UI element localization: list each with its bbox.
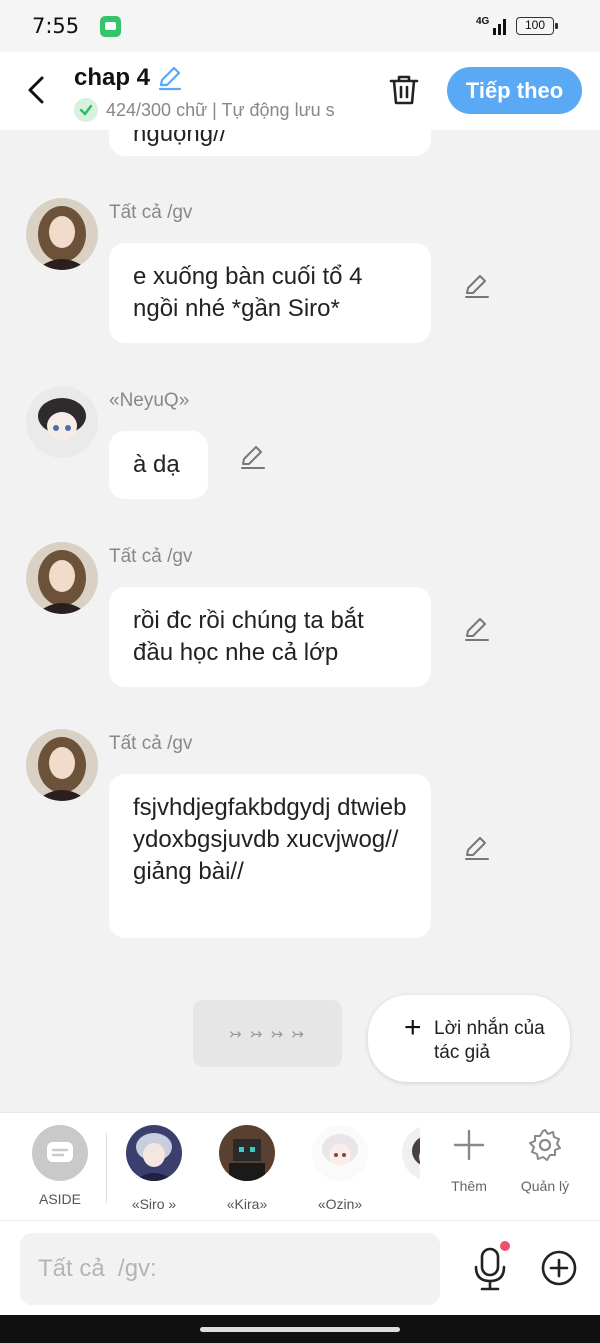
message-bubble[interactable]: rồi đc rồi chúng ta bắt đầu học nhe cả l… bbox=[109, 587, 431, 687]
character-ozin[interactable]: «Ozin» bbox=[305, 1125, 375, 1212]
message-text: nguộng// bbox=[133, 130, 227, 147]
speaker-name: Tất cả /gv bbox=[109, 733, 193, 754]
message-text: e xuống bàn cuối tổ 4 ngồi nhé *gần Siro… bbox=[133, 263, 363, 322]
character-label: «Siro » bbox=[131, 1196, 177, 1212]
input-bar bbox=[0, 1220, 600, 1315]
signal-icon bbox=[493, 19, 506, 35]
avatar-kira bbox=[219, 1125, 275, 1181]
typing-placeholder[interactable]: ↣ ↣ ↣ ↣ bbox=[193, 1000, 342, 1067]
message-bubble[interactable]: nguộng// bbox=[109, 130, 431, 156]
word-count-status: 424/300 chữ | Tự động lưu s bbox=[106, 99, 335, 120]
avatar-teacher[interactable] bbox=[26, 729, 98, 801]
manage-button[interactable]: Quản lý bbox=[510, 1127, 580, 1194]
author-note-button[interactable]: + Lời nhắn của tác giả bbox=[368, 995, 570, 1082]
edit-message-icon[interactable] bbox=[462, 271, 492, 301]
trash-icon[interactable] bbox=[386, 72, 422, 108]
add-circle-icon[interactable] bbox=[540, 1249, 578, 1287]
speaker-name: Tất cả /gv bbox=[109, 546, 193, 567]
message-bubble[interactable]: e xuống bàn cuối tổ 4 ngồi nhé *gần Siro… bbox=[109, 243, 431, 343]
gear-icon bbox=[529, 1129, 561, 1161]
character-partial[interactable]: «N bbox=[395, 1125, 420, 1212]
character-label: «Kira» bbox=[226, 1196, 268, 1212]
edit-message-icon[interactable] bbox=[462, 614, 492, 644]
chapter-title: chap 4 bbox=[74, 64, 151, 91]
edit-title-icon[interactable] bbox=[156, 64, 184, 92]
status-bar: 7:55 4G 100 bbox=[0, 0, 600, 52]
home-indicator[interactable] bbox=[200, 1327, 400, 1332]
character-kira[interactable]: «Kira» bbox=[212, 1125, 282, 1212]
status-time: 7:55 bbox=[32, 14, 80, 38]
message-bubble[interactable]: à dạ bbox=[109, 431, 208, 499]
add-character-button[interactable]: Thêm bbox=[434, 1127, 504, 1194]
edit-message-icon[interactable] bbox=[462, 833, 492, 863]
avatar-neyuq[interactable] bbox=[26, 386, 98, 458]
avatar-ozin bbox=[312, 1125, 368, 1181]
notification-dot bbox=[500, 1241, 510, 1251]
avatar-teacher[interactable] bbox=[26, 542, 98, 614]
back-arrow-icon[interactable] bbox=[20, 70, 54, 110]
character-bar: ASIDE «Siro » «Kira» «Ozin» Thêm Quản lý bbox=[0, 1112, 600, 1220]
microphone-icon[interactable] bbox=[470, 1245, 510, 1293]
aside-icon bbox=[32, 1125, 88, 1181]
character-aside[interactable]: ASIDE bbox=[25, 1125, 95, 1207]
message-bubble[interactable]: fsjvhdjegfakbdgydj dtwiebydoxbgsjuvdb xu… bbox=[109, 774, 431, 938]
chat-area[interactable]: nguộng// Tất cả /gv e xuống bàn cuối tổ … bbox=[0, 130, 600, 1112]
character-label: ASIDE bbox=[38, 1191, 81, 1207]
editor-header: chap 4 424/300 chữ | Tự động lưu s Tiếp … bbox=[0, 52, 600, 130]
avatar-partial bbox=[402, 1125, 420, 1181]
battery-icon: 100 bbox=[516, 17, 558, 35]
author-note-label: Lời nhắn của tác giả bbox=[434, 1018, 545, 1063]
next-button[interactable]: Tiếp theo bbox=[447, 67, 582, 114]
speaker-name: «NeyuQ» bbox=[109, 390, 190, 411]
saved-check-icon bbox=[74, 98, 98, 122]
tool-label: Quản lý bbox=[520, 1178, 570, 1194]
character-label: «Ozin» bbox=[317, 1196, 363, 1212]
edit-message-icon[interactable] bbox=[238, 442, 268, 472]
character-label: «N bbox=[395, 1196, 420, 1212]
message-app-icon bbox=[100, 16, 121, 37]
character-siro[interactable]: «Siro » bbox=[119, 1125, 189, 1212]
tool-label: Thêm bbox=[451, 1178, 487, 1194]
message-text: fsjvhdjegfakbdgydj dtwiebydoxbgsjuvdb xu… bbox=[133, 794, 407, 885]
plus-icon bbox=[453, 1129, 485, 1161]
avatar-siro bbox=[126, 1125, 182, 1181]
system-nav-bar bbox=[0, 1315, 600, 1343]
plus-icon: + bbox=[404, 1011, 422, 1044]
character-list[interactable]: «Siro » «Kira» «Ozin» bbox=[110, 1113, 420, 1221]
message-input[interactable] bbox=[20, 1233, 440, 1305]
message-text: rồi đc rồi chúng ta bắt đầu học nhe cả l… bbox=[133, 607, 364, 666]
avatar-teacher[interactable] bbox=[26, 198, 98, 270]
divider bbox=[106, 1133, 107, 1203]
message-text: à dạ bbox=[133, 451, 180, 478]
speaker-name: Tất cả /gv bbox=[109, 202, 193, 223]
